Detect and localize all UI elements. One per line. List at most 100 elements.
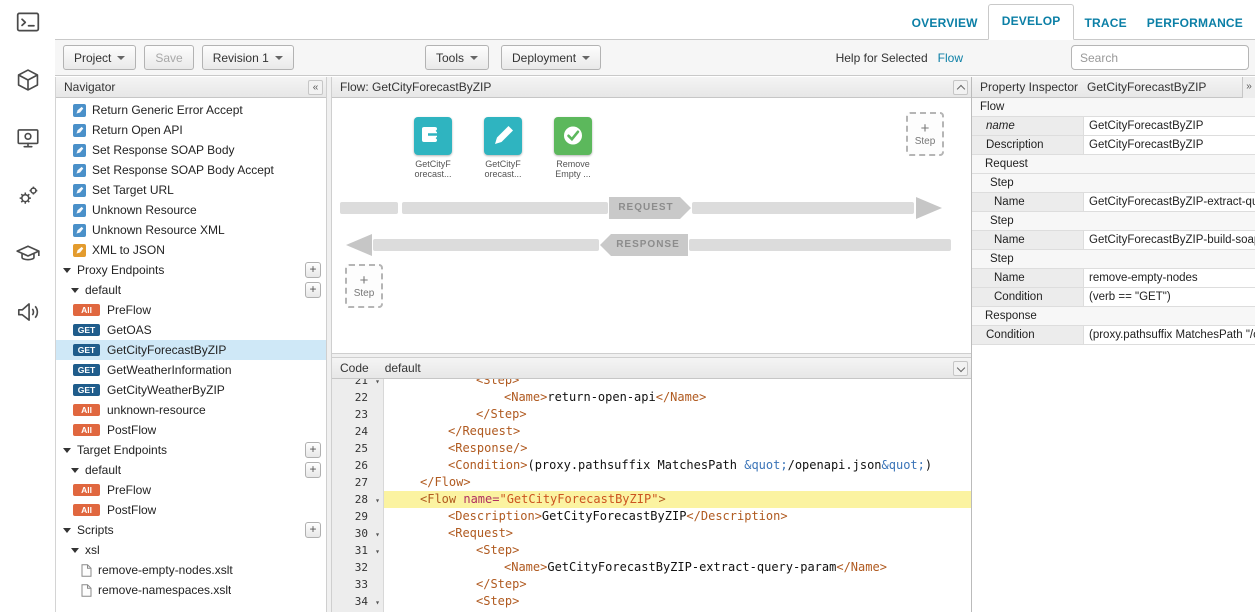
code-line-24[interactable]: 24</Request> [332, 423, 971, 440]
code-line-23[interactable]: 23</Step> [332, 406, 971, 423]
add-scripts-button[interactable]: + [305, 522, 321, 538]
inspector-property-value[interactable]: (verb == "GET") [1084, 288, 1255, 306]
save-button[interactable]: Save [144, 45, 193, 70]
navigator-item-xml-to-json[interactable]: XML to JSON [56, 240, 326, 260]
gutter-line-22[interactable]: 22 [332, 389, 384, 406]
code-line-31[interactable]: 31▾<Step> [332, 542, 971, 559]
flow-step-1[interactable]: GetCityForecast... [406, 117, 460, 179]
help-target-link[interactable]: Flow [938, 51, 963, 65]
inspector-property-value[interactable]: GetCityForecastByZIP [1084, 117, 1255, 135]
tab-performance[interactable]: PERFORMANCE [1137, 7, 1253, 40]
gutter-line-29[interactable]: 29 [332, 508, 384, 525]
add-default-button[interactable]: + [305, 462, 321, 478]
graduation-cap-icon[interactable] [15, 241, 41, 267]
code-line-30[interactable]: 30▾<Request> [332, 525, 971, 542]
collapse-navigator-button[interactable]: « [308, 80, 323, 95]
add-step-button-bottom[interactable]: + Step [345, 264, 383, 308]
code-line-28[interactable]: 28▾<Flow name="GetCityForecastByZIP"> [332, 491, 971, 508]
navigator-item-preflow[interactable]: AllPreFlow [56, 300, 326, 320]
gutter-line-23[interactable]: 23 [332, 406, 384, 423]
code-line-33[interactable]: 33</Step> [332, 576, 971, 593]
gutter-line-32[interactable]: 32 [332, 559, 384, 576]
add-target-endpoints-button[interactable]: + [305, 442, 321, 458]
inspector-property-value[interactable]: GetCityForecastByZIP-build-soap [1084, 231, 1255, 249]
code-line-29[interactable]: 29<Description>GetCityForecastByZIP</Des… [332, 508, 971, 525]
add-step-button-top[interactable]: + Step [906, 112, 944, 156]
gutter-line-30[interactable]: 30▾ [332, 525, 384, 542]
navigator-item-set-response-soap-body-accept[interactable]: Set Response SOAP Body Accept [56, 160, 326, 180]
navigator-item-postflow[interactable]: AllPostFlow [56, 500, 326, 520]
navigator-item-postflow[interactable]: AllPostFlow [56, 420, 326, 440]
package-icon[interactable] [15, 67, 41, 93]
expand-code-button[interactable] [953, 361, 968, 376]
add-proxy-endpoints-button[interactable]: + [305, 262, 321, 278]
navigator-item-getcityweatherbyzip[interactable]: GETGetCityWeatherByZIP [56, 380, 326, 400]
gutter-line-27[interactable]: 27 [332, 474, 384, 491]
plus-icon: + [921, 122, 930, 136]
code-panel-subtitle[interactable]: default [385, 361, 421, 375]
navigator-section-scripts[interactable]: Scripts+ [56, 520, 326, 540]
navigator-item-unknown-resource[interactable]: Allunknown-resource [56, 400, 326, 420]
navigator-subsection-default[interactable]: default+ [56, 460, 326, 480]
fold-arrow-icon[interactable]: ▾ [375, 543, 380, 560]
navigator-section-target-endpoints[interactable]: Target Endpoints+ [56, 440, 326, 460]
code-line-22[interactable]: 22<Name>return-open-api</Name> [332, 389, 971, 406]
project-button[interactable]: Project [63, 45, 136, 70]
tab-trace[interactable]: TRACE [1074, 7, 1136, 40]
code-line-27[interactable]: 27</Flow> [332, 474, 971, 491]
navigator-item-getcityforecastbyzip[interactable]: GETGetCityForecastByZIP [56, 340, 326, 360]
code-line-32[interactable]: 32<Name>GetCityForecastByZIP-extract-que… [332, 559, 971, 576]
inspector-property-value[interactable]: GetCityForecastByZIP [1084, 136, 1255, 154]
gutter-line-24[interactable]: 24 [332, 423, 384, 440]
collapse-flow-button[interactable] [953, 80, 968, 95]
megaphone-icon[interactable] [15, 299, 41, 325]
navigator-item-preflow[interactable]: AllPreFlow [56, 480, 326, 500]
deployment-button[interactable]: Deployment [501, 45, 601, 70]
search-input[interactable] [1071, 45, 1249, 70]
toolbar-right-group: Help for Selected Flow [836, 45, 1249, 70]
navigator-item-getoas[interactable]: GETGetOAS [56, 320, 326, 340]
tab-overview[interactable]: OVERVIEW [902, 7, 988, 40]
expand-inspector-button[interactable]: » [1242, 77, 1255, 98]
code-line-21[interactable]: 21▾<Step> [332, 379, 971, 389]
flow-step-3[interactable]: RemoveEmpty ... [546, 117, 600, 179]
navigator-subsection-default[interactable]: default+ [56, 280, 326, 300]
code-line-34[interactable]: 34▾<Step> [332, 593, 971, 610]
inspector-property-value[interactable]: remove-empty-nodes [1084, 269, 1255, 287]
toolbar-left-group: Project Save Revision 1 [63, 45, 294, 70]
gutter-line-34[interactable]: 34▾ [332, 593, 384, 610]
navigator-item-getweatherinformation[interactable]: GETGetWeatherInformation [56, 360, 326, 380]
navigator-item-unknown-resource-xml[interactable]: Unknown Resource XML [56, 220, 326, 240]
navigator-item-set-target-url[interactable]: Set Target URL [56, 180, 326, 200]
fold-arrow-icon[interactable]: ▾ [375, 492, 380, 509]
navigator-item-return-open-api[interactable]: Return Open API [56, 120, 326, 140]
tools-button[interactable]: Tools [425, 45, 489, 70]
inspector-property-value[interactable]: (proxy.pathsuffix MatchesPath "/c [1084, 326, 1255, 344]
code-editor[interactable]: 21▾<Step>22<Name>return-open-api</Name>2… [332, 379, 971, 612]
gears-icon[interactable] [15, 183, 41, 209]
terminal-icon[interactable] [15, 9, 41, 35]
gutter-line-31[interactable]: 31▾ [332, 542, 384, 559]
inspector-property-value[interactable]: GetCityForecastByZIP-extract-query-param [1084, 193, 1255, 211]
fold-arrow-icon[interactable]: ▾ [375, 526, 380, 543]
navigator-item-return-generic-error-accept[interactable]: Return Generic Error Accept [56, 100, 326, 120]
add-default-button[interactable]: + [305, 282, 321, 298]
navigator-subsection-xsl[interactable]: xsl [56, 540, 326, 560]
flow-step-2[interactable]: GetCityForecast... [476, 117, 530, 179]
gutter-line-25[interactable]: 25 [332, 440, 384, 457]
fold-arrow-icon[interactable]: ▾ [375, 594, 380, 611]
navigator-item-remove-namespaces-xslt[interactable]: remove-namespaces.xslt [56, 580, 326, 600]
gutter-line-28[interactable]: 28▾ [332, 491, 384, 508]
gutter-line-33[interactable]: 33 [332, 576, 384, 593]
revision-button[interactable]: Revision 1 [202, 45, 294, 70]
navigator-section-proxy-endpoints[interactable]: Proxy Endpoints+ [56, 260, 326, 280]
code-line-26[interactable]: 26<Condition>(proxy.pathsuffix MatchesPa… [332, 457, 971, 474]
tab-develop[interactable]: DEVELOP [988, 4, 1075, 40]
navigator-item-set-response-soap-body[interactable]: Set Response SOAP Body [56, 140, 326, 160]
gutter-line-26[interactable]: 26 [332, 457, 384, 474]
devices-icon[interactable] [15, 125, 41, 151]
gutter-line-21[interactable]: 21▾ [332, 379, 384, 389]
navigator-item-remove-empty-nodes-xslt[interactable]: remove-empty-nodes.xslt [56, 560, 326, 580]
navigator-item-unknown-resource[interactable]: Unknown Resource [56, 200, 326, 220]
code-line-25[interactable]: 25<Response/> [332, 440, 971, 457]
